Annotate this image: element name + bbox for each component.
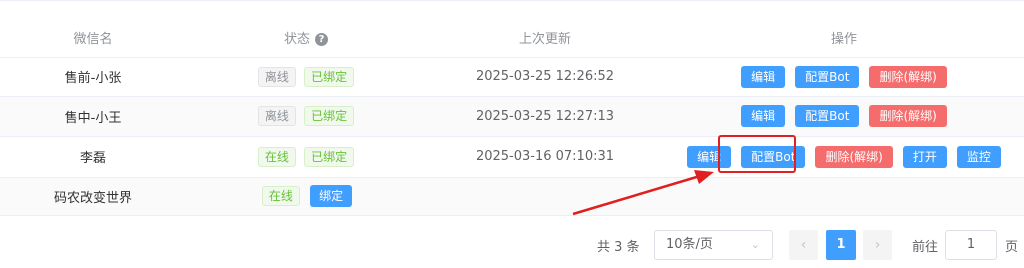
status-cell: 在线 绑定 [186, 177, 426, 216]
updated-time-cell: 2025-03-25 12:26:52 [426, 57, 664, 97]
column-header-name: 微信名 [0, 19, 186, 58]
pagination: 共 3 条 10条/页 ⌄ ‹ 1 › 前往 1 页 [0, 228, 1024, 260]
actions-cell: 编辑 配置Bot 删除(解绑) [664, 96, 1024, 137]
online-status-badge: 离线 [257, 66, 296, 87]
table-row: 李磊 在线 已绑定 2025-03-16 07:10:31 编辑 配置Bot 删除(… [0, 136, 1024, 178]
delete-unbind-button[interactable]: 删除(解绑) [815, 145, 893, 168]
total-count: 共 3 条 [597, 240, 640, 255]
actions-cell: 编辑 配置Bot 删除(解绑) [664, 57, 1024, 97]
updated-time-cell: 2025-03-16 07:10:31 [426, 136, 664, 178]
status-cell: 离线 已绑定 [186, 96, 426, 137]
table-row: 码农改变世界 在线 绑定 [0, 177, 1024, 216]
updated-time-cell [426, 177, 664, 216]
bound-status-badge: 已绑定 [304, 146, 355, 167]
wechat-name-cell: 码农改变世界 [0, 177, 186, 216]
delete-unbind-button[interactable]: 删除(解绑) [869, 65, 947, 88]
goto-page-input[interactable]: 1 [945, 230, 997, 260]
page-suffix: 页 [1005, 240, 1019, 255]
bind-button[interactable]: 绑定 [310, 185, 353, 207]
page-size-select[interactable]: 10条/页 ⌄ [654, 230, 773, 260]
wechat-account-table: 微信名 状态? 上次更新 操作 售前-小张 离线 已绑定 2025-03-25 … [0, 19, 1024, 216]
edit-button[interactable]: 编辑 [741, 105, 786, 127]
open-button[interactable]: 打开 [902, 145, 947, 168]
actions-cell [664, 177, 1024, 216]
page-number-current[interactable]: 1 [826, 230, 856, 260]
goto-label: 前往 [912, 240, 939, 255]
edit-button[interactable]: 编辑 [741, 65, 786, 88]
column-header-status: 状态? [186, 19, 426, 58]
annotation-highlight-box [718, 135, 796, 173]
column-header-status-label: 状态 [283, 32, 310, 48]
status-cell: 离线 已绑定 [186, 57, 426, 97]
bound-status-badge: 已绑定 [304, 106, 355, 126]
column-header-updated: 上次更新 [426, 19, 664, 58]
delete-unbind-button[interactable]: 删除(解绑) [869, 105, 947, 127]
online-status-badge: 离线 [257, 106, 296, 126]
page-size-value: 10条/页 [666, 237, 713, 252]
chevron-left-icon[interactable]: ‹ [789, 230, 818, 260]
bound-status-badge: 已绑定 [304, 66, 355, 87]
question-circle-icon[interactable]: ? [315, 33, 328, 47]
column-header-actions: 操作 [664, 19, 1024, 58]
top-divider [0, 0, 1024, 1]
online-status-badge: 在线 [257, 146, 296, 167]
wechat-name-cell: 售前-小张 [0, 57, 186, 97]
monitor-button[interactable]: 监控 [956, 145, 1001, 168]
wechat-name-cell: 李磊 [0, 136, 186, 178]
wechat-name-cell: 售中-小王 [0, 96, 186, 137]
table-row: 售前-小张 离线 已绑定 2025-03-25 12:26:52 编辑 配置Bot… [0, 57, 1024, 97]
configure-bot-button[interactable]: 配置Bot [795, 65, 860, 88]
online-status-badge: 在线 [261, 186, 300, 206]
configure-bot-button[interactable]: 配置Bot [795, 105, 860, 127]
table-header-row: 微信名 状态? 上次更新 操作 [0, 19, 1024, 58]
chevron-down-icon: ⌄ [750, 238, 760, 251]
table-row: 售中-小王 离线 已绑定 2025-03-25 12:27:13 编辑 配置Bot… [0, 96, 1024, 137]
chevron-right-icon[interactable]: › [863, 230, 892, 260]
updated-time-cell: 2025-03-25 12:27:13 [426, 96, 664, 137]
status-cell: 在线 已绑定 [186, 136, 426, 178]
